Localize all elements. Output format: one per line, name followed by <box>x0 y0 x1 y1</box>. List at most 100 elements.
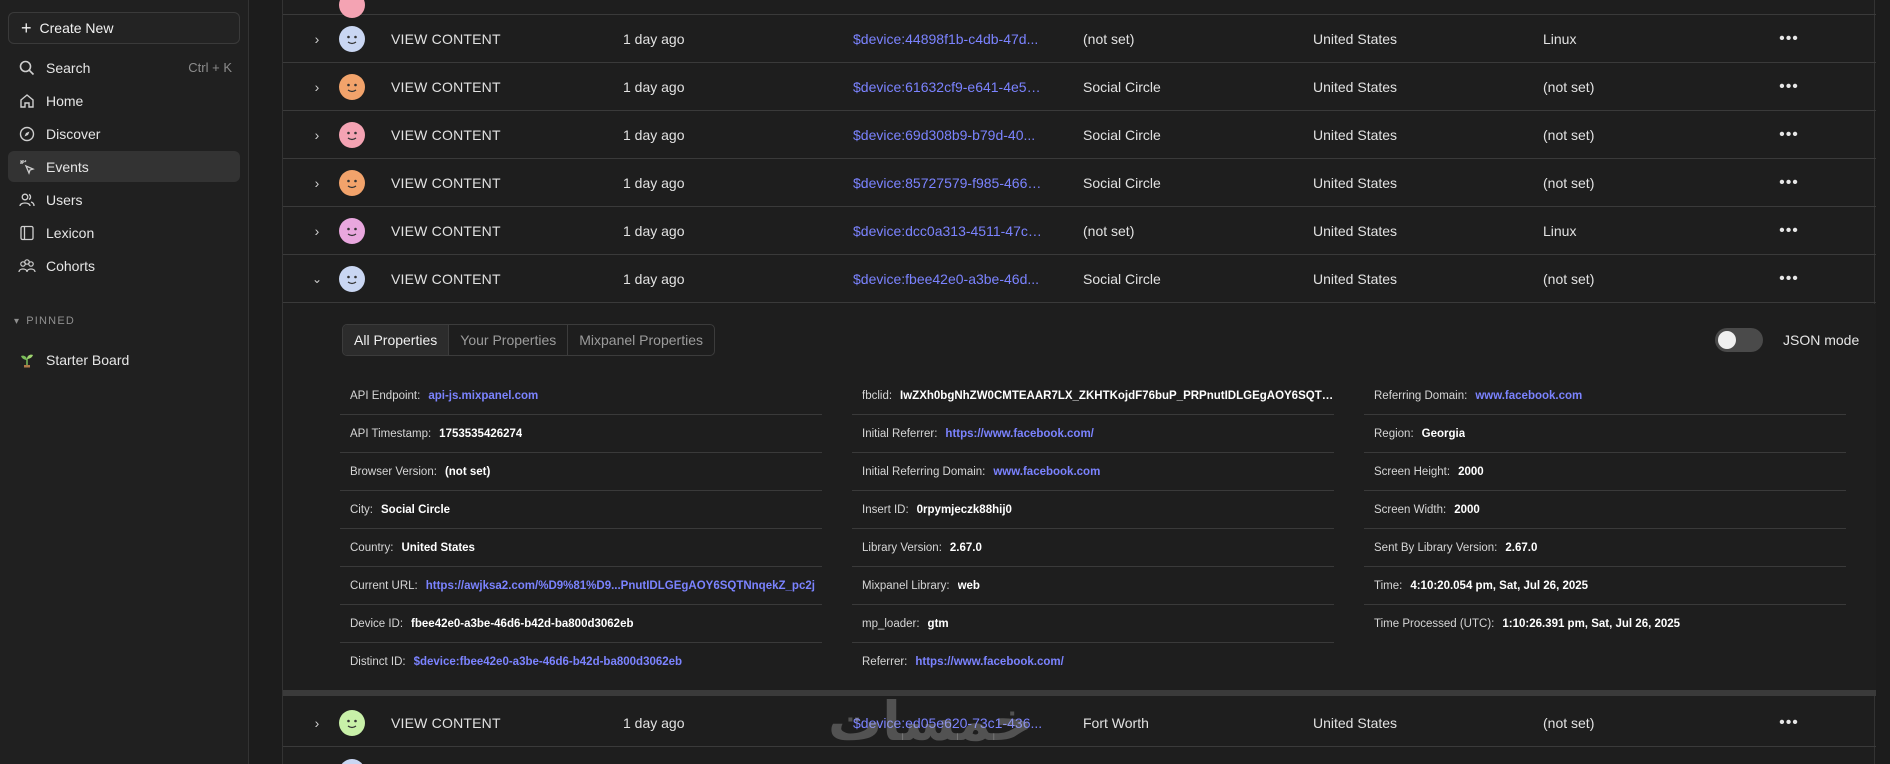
property-key: Time: <box>1374 579 1403 592</box>
table-row-expanded[interactable]: ⌄ VIEW CONTENT 1 day ago $device:fbee42e… <box>283 255 1876 303</box>
search-nav-item[interactable]: Search Ctrl + K <box>8 52 240 83</box>
sidebar-item-cohorts[interactable]: Cohorts <box>8 250 240 281</box>
avatar <box>339 26 365 52</box>
sidebar-item-users[interactable]: Users <box>8 184 240 215</box>
table-row[interactable]: › VIEW CONTENT 1 day ago $device:dcc0a31… <box>283 207 1876 255</box>
cohorts-icon <box>18 257 36 275</box>
table-row[interactable]: › VIEW CONTENT 1 day ago $device:8572757… <box>283 159 1876 207</box>
more-options-icon[interactable]: ••• <box>1779 159 1799 207</box>
tab-all-properties[interactable]: All Properties <box>343 325 450 355</box>
properties-tabs: All Properties Your Properties Mixpanel … <box>342 324 715 356</box>
property-value: 0rpymjeczk88hij0 <box>916 503 1012 516</box>
pinned-section-header[interactable]: ▾ PINNED <box>14 315 75 327</box>
property-row: Region: Georgia <box>1364 415 1846 453</box>
property-value: United States <box>401 541 475 554</box>
table-row[interactable] <box>283 0 1876 18</box>
property-key: fbclid: <box>862 389 893 402</box>
more-options-icon[interactable]: ••• <box>1779 15 1799 63</box>
table-row[interactable] <box>283 747 1876 764</box>
city-cell: Social Circle <box>1083 175 1161 191</box>
events-table: › VIEW CONTENT 1 day ago $device:44898f1… <box>282 0 1876 764</box>
country-cell: United States <box>1313 715 1398 731</box>
create-new-label: Create New <box>39 20 114 36</box>
property-value[interactable]: api-js.mixpanel.com <box>428 390 538 402</box>
property-row: Insert ID: 0rpymjeczk88hij0 <box>852 491 1334 529</box>
city-cell: Social Circle <box>1083 127 1161 143</box>
search-label: Search <box>46 59 91 76</box>
sidebar-item-lexicon[interactable]: Lexicon <box>8 217 240 248</box>
distinct-id-link[interactable]: $device:61632cf9-e641-4e5b... <box>853 63 1043 111</box>
event-name: VIEW CONTENT <box>391 31 501 47</box>
avatar <box>339 759 365 764</box>
sidebar-item-home[interactable]: Home <box>8 85 240 116</box>
property-row: Current URL: https://awjksa2.com/%D9%81%D… <box>340 567 822 605</box>
property-key: Referring Domain: <box>1374 389 1468 402</box>
tab-your-properties[interactable]: Your Properties <box>449 325 569 355</box>
create-new-button[interactable]: + Create New <box>8 12 240 44</box>
property-value[interactable]: $device:fbee42e0-a3be-46d6-b42d-ba800d30… <box>414 656 682 668</box>
more-options-icon[interactable]: ••• <box>1779 63 1799 111</box>
city-cell: (not set) <box>1083 223 1135 239</box>
os-cell: (not set) <box>1543 271 1595 287</box>
sidebar: + Create New Search Ctrl + K Home Discov… <box>0 0 249 764</box>
table-row[interactable]: › VIEW CONTENT 1 day ago $device:61632cf… <box>283 63 1876 111</box>
property-value[interactable]: https://www.facebook.com/ <box>945 428 1093 440</box>
chevron-right-icon[interactable]: › <box>309 159 325 207</box>
chevron-right-icon[interactable]: › <box>309 699 325 747</box>
property-value[interactable]: https://www.facebook.com/ <box>915 656 1063 668</box>
chevron-right-icon[interactable]: › <box>309 63 325 111</box>
event-properties-panel: All Properties Your Properties Mixpanel … <box>283 304 1876 696</box>
property-key: API Endpoint: <box>350 389 421 402</box>
distinct-id-link[interactable]: $device:85727579-f985-4660... <box>853 159 1043 207</box>
distinct-id-link[interactable]: $device:fbee42e0-a3be-46d... <box>853 255 1043 303</box>
more-options-icon[interactable]: ••• <box>1779 699 1799 747</box>
property-row: Distinct ID: $device:fbee42e0-a3be-46d6-b… <box>340 643 822 681</box>
sidebar-item-discover[interactable]: Discover <box>8 118 240 149</box>
pinned-item-starter-board[interactable]: Starter Board <box>8 344 240 375</box>
property-key: Region: <box>1374 427 1414 440</box>
property-value[interactable]: https://awjksa2.com/%D9%81%D9...PnutIDLG… <box>426 580 815 592</box>
property-key: Browser Version: <box>350 465 437 478</box>
property-row: API Timestamp: 1753535426274 <box>340 415 822 453</box>
table-row[interactable]: › VIEW CONTENT 1 day ago $device:ed05e62… <box>283 699 1876 747</box>
table-row[interactable]: › VIEW CONTENT 1 day ago $device:69d308b… <box>283 111 1876 159</box>
json-mode-toggle[interactable] <box>1715 328 1763 352</box>
avatar <box>339 74 365 100</box>
property-row: Screen Height: 2000 <box>1364 453 1846 491</box>
country-cell: United States <box>1313 31 1398 47</box>
property-key: Screen Height: <box>1374 465 1451 478</box>
property-value[interactable]: www.facebook.com <box>1475 390 1582 402</box>
property-key: City: <box>350 503 373 516</box>
event-time: 1 day ago <box>623 271 685 287</box>
os-cell: (not set) <box>1543 79 1595 95</box>
property-row: Sent By Library Version: 2.67.0 <box>1364 529 1846 567</box>
property-value: gtm <box>927 617 949 630</box>
plus-icon: + <box>21 18 32 38</box>
distinct-id-link[interactable]: $device:44898f1b-c4db-47d... <box>853 15 1043 63</box>
distinct-id-link[interactable]: $device:dcc0a313-4511-47c4... <box>853 207 1043 255</box>
tab-mixpanel-properties[interactable]: Mixpanel Properties <box>568 325 714 355</box>
property-key: Time Processed (UTC): <box>1374 618 1495 630</box>
property-value: (not set) <box>444 465 491 478</box>
table-row[interactable]: › VIEW CONTENT 1 day ago $device:44898f1… <box>283 15 1876 63</box>
property-row: Time: 4:10:20.054 pm, Sat, Jul 26, 2025 <box>1364 567 1846 605</box>
sidebar-item-events[interactable]: Events <box>8 151 240 182</box>
chevron-down-icon[interactable]: ⌄ <box>309 255 325 303</box>
more-options-icon[interactable]: ••• <box>1779 255 1799 303</box>
property-value[interactable]: www.facebook.com <box>993 466 1100 478</box>
property-key: Insert ID: <box>862 503 909 516</box>
property-value: 1753535426274 <box>439 427 523 440</box>
more-options-icon[interactable]: ••• <box>1779 207 1799 255</box>
search-icon <box>18 59 36 77</box>
chevron-right-icon[interactable]: › <box>309 15 325 63</box>
sidebar-item-label: Events <box>46 158 89 175</box>
property-value: fbee42e0-a3be-46d6-b42d-ba800d3062eb <box>411 617 634 630</box>
distinct-id-link[interactable]: $device:69d308b9-b79d-40... <box>853 111 1043 159</box>
city-cell: (not set) <box>1083 31 1135 47</box>
property-key: Mixpanel Library: <box>862 579 950 592</box>
property-row: Referrer: https://www.facebook.com/ <box>852 643 1334 681</box>
chevron-right-icon[interactable]: › <box>309 207 325 255</box>
more-options-icon[interactable]: ••• <box>1779 111 1799 159</box>
property-value: Georgia <box>1421 427 1466 440</box>
chevron-right-icon[interactable]: › <box>309 111 325 159</box>
